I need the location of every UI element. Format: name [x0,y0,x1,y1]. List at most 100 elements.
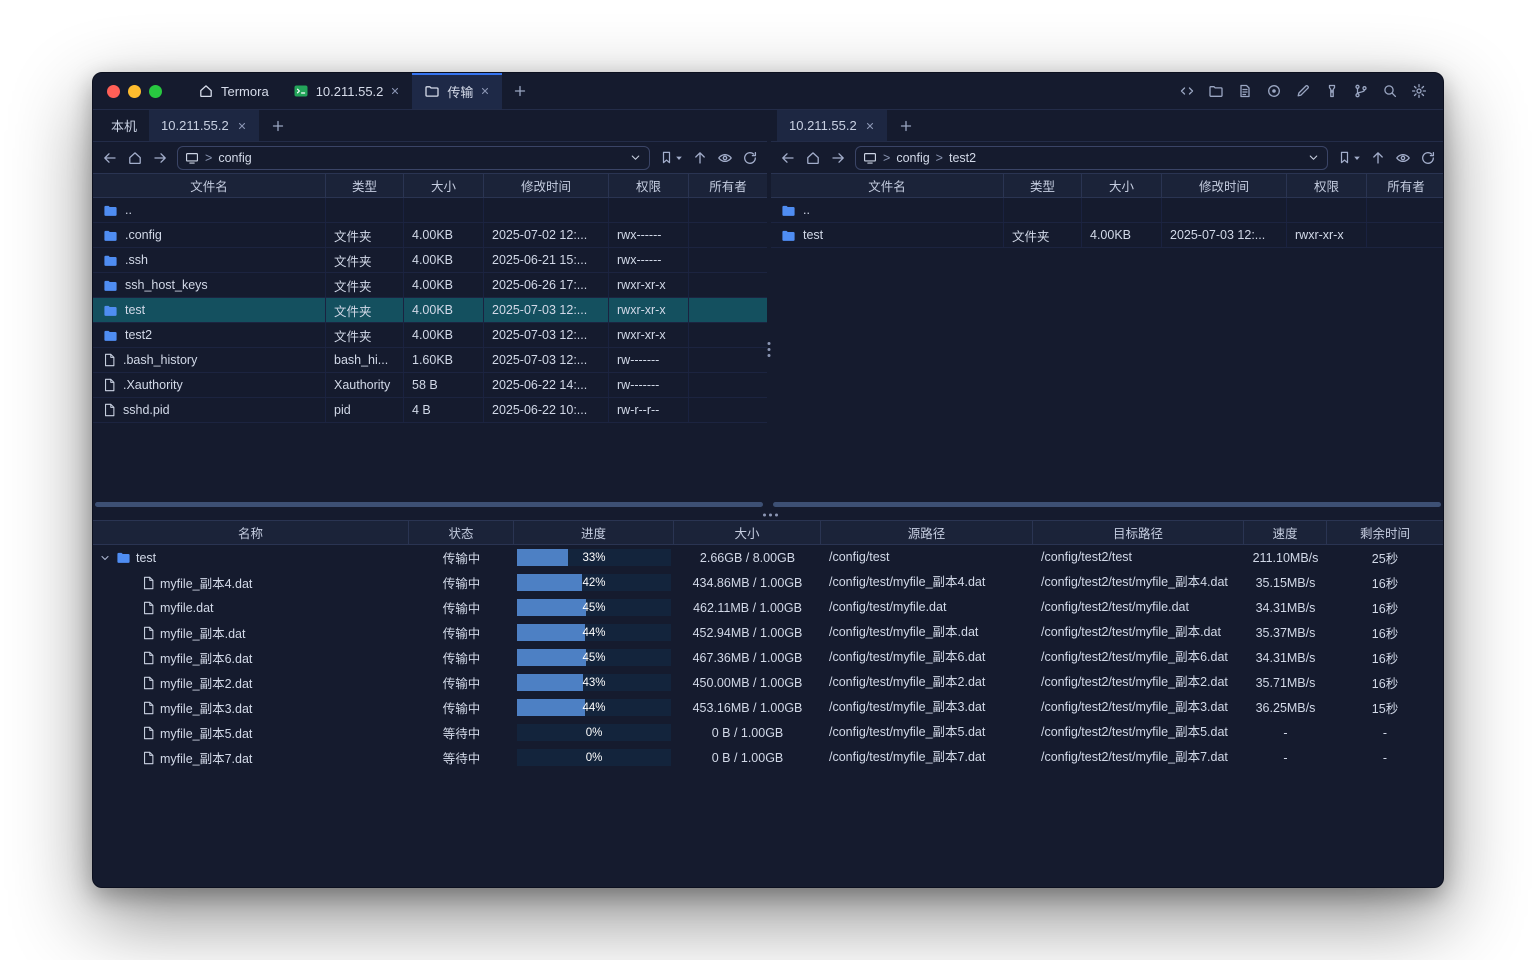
forward-button[interactable] [830,150,846,166]
column-header-size[interactable]: 大小 [674,521,821,544]
horizontal-splitter[interactable] [93,510,1443,520]
horizontal-scrollbar[interactable] [773,502,1441,507]
parent-directory-button[interactable] [1370,150,1386,166]
show-hidden-files-button[interactable] [1395,150,1411,166]
file-table-row[interactable]: ssh_host_keys 文件夹 4.00KB 2025-06-26 17:.… [93,273,767,298]
pencil-icon[interactable] [1295,83,1311,99]
target-path: /config/test2/test [1033,545,1244,570]
file-table-row[interactable]: test 文件夹 4.00KB 2025-07-03 12:... rwxr-x… [771,223,1444,248]
record-icon[interactable] [1266,83,1282,99]
column-header-permissions[interactable]: 权限 [1287,174,1367,197]
tab-local[interactable]: 本机 [99,110,149,141]
breadcrumb-segment[interactable]: test2 [949,151,976,165]
bookmark-button[interactable] [1337,150,1361,165]
file-table-row[interactable]: .config 文件夹 4.00KB 2025-07-02 12:... rwx… [93,223,767,248]
tab-remote-host[interactable]: 10.211.55.2 [777,110,887,141]
transfer-row[interactable]: myfile_副本3.dat 传输中 44% 453.16MB / 1.00GB… [93,695,1443,720]
breadcrumb-segment[interactable]: config [896,151,929,165]
file-permissions: rw------- [609,373,689,397]
flashlight-icon[interactable] [1324,83,1340,99]
column-header-name[interactable]: 名称 [93,521,409,544]
file-table-row[interactable]: .ssh 文件夹 4.00KB 2025-06-21 15:... rwx---… [93,248,767,273]
zoom-window-button[interactable] [149,85,162,98]
column-header-filename[interactable]: 文件名 [771,174,1004,197]
plus-icon [270,118,286,134]
close-icon[interactable] [480,86,490,96]
tab-termora[interactable]: Termora [186,73,281,109]
path-breadcrumb[interactable]: >config [177,146,650,170]
branch-icon[interactable] [1353,83,1369,99]
transfer-row[interactable]: myfile_副本4.dat 传输中 42% 434.86MB / 1.00GB… [93,570,1443,595]
column-header-mtime[interactable]: 修改时间 [1162,174,1287,197]
column-header-type[interactable]: 类型 [326,174,404,197]
close-icon[interactable] [237,121,247,131]
show-hidden-files-button[interactable] [717,150,733,166]
new-file-tab-button[interactable] [887,110,925,141]
column-header-target-path[interactable]: 目标路径 [1033,521,1244,544]
minimize-window-button[interactable] [128,85,141,98]
refresh-button[interactable] [742,150,758,166]
column-header-type[interactable]: 类型 [1004,174,1082,197]
home-button[interactable] [127,150,143,166]
file-table-row[interactable]: .bash_history bash_hi... 1.60KB 2025-07-… [93,348,767,373]
log-icon[interactable] [1237,83,1253,99]
new-tab-button[interactable] [502,73,538,109]
close-icon[interactable] [390,86,400,96]
back-button[interactable] [102,150,118,166]
folder-icon[interactable] [1208,83,1224,99]
file-table-row[interactable]: .. [771,198,1444,223]
code-icon[interactable] [1179,83,1195,99]
transfer-row[interactable]: myfile_副本5.dat 等待中 0% 0 B / 1.00GB /conf… [93,720,1443,745]
column-header-size[interactable]: 大小 [1082,174,1162,197]
file-permissions: rwxr-xr-x [609,298,689,322]
titlebar: Termora 10.211.55.2 传输 [93,73,1443,110]
file-table-row[interactable]: test 文件夹 4.00KB 2025-07-03 12:... rwxr-x… [93,298,767,323]
transfer-eta: - [1327,720,1443,745]
column-header-owner[interactable]: 所有者 [1367,174,1444,197]
close-window-button[interactable] [107,85,120,98]
column-header-filename[interactable]: 文件名 [93,174,326,197]
source-path: /config/test/myfile_副本4.dat [821,570,1033,595]
expand-chevron-icon[interactable] [99,552,111,564]
settings-icon[interactable] [1411,83,1427,99]
breadcrumb: >config>test2 [883,151,976,165]
new-file-tab-button[interactable] [259,110,297,141]
horizontal-scrollbar[interactable] [95,502,763,507]
forward-button[interactable] [152,150,168,166]
column-header-owner[interactable]: 所有者 [689,174,767,197]
back-button[interactable] [780,150,796,166]
transfer-item-name: myfile.dat [160,601,214,615]
column-header-remaining-time[interactable]: 剩余时间 [1327,521,1443,544]
path-breadcrumb[interactable]: >config>test2 [855,146,1328,170]
column-header-size[interactable]: 大小 [404,174,484,197]
search-icon[interactable] [1382,83,1398,99]
tab-transfer[interactable]: 传输 [412,73,502,109]
file-table-row[interactable]: .Xauthority Xauthority 58 B 2025-06-22 1… [93,373,767,398]
transfer-row[interactable]: myfile.dat 传输中 45% 462.11MB / 1.00GB /co… [93,595,1443,620]
file-table-row[interactable]: test2 文件夹 4.00KB 2025-07-03 12:... rwxr-… [93,323,767,348]
column-header-progress[interactable]: 进度 [514,521,674,544]
column-header-permissions[interactable]: 权限 [609,174,689,197]
chevron-down-icon[interactable] [1307,151,1320,164]
chevron-down-icon[interactable] [629,151,642,164]
transfer-row[interactable]: myfile_副本6.dat 传输中 45% 467.36MB / 1.00GB… [93,645,1443,670]
column-header-status[interactable]: 状态 [409,521,514,544]
transfer-row[interactable]: test 传输中 33% 2.66GB / 8.00GB /config/tes… [93,545,1443,570]
column-header-mtime[interactable]: 修改时间 [484,174,609,197]
column-header-speed[interactable]: 速度 [1244,521,1327,544]
tab-ssh-session[interactable]: 10.211.55.2 [281,73,413,109]
breadcrumb-segment[interactable]: config [218,151,251,165]
bookmark-icon [1337,150,1352,165]
file-table-row[interactable]: sshd.pid pid 4 B 2025-06-22 10:... rw-r-… [93,398,767,423]
file-table-row[interactable]: .. [93,198,767,223]
home-button[interactable] [805,150,821,166]
parent-directory-button[interactable] [692,150,708,166]
transfer-row[interactable]: myfile_副本.dat 传输中 44% 452.94MB / 1.00GB … [93,620,1443,645]
bookmark-button[interactable] [659,150,683,165]
column-header-source-path[interactable]: 源路径 [821,521,1033,544]
transfer-row[interactable]: myfile_副本2.dat 传输中 43% 450.00MB / 1.00GB… [93,670,1443,695]
tab-remote-host[interactable]: 10.211.55.2 [149,110,259,141]
close-icon[interactable] [865,121,875,131]
refresh-button[interactable] [1420,150,1436,166]
transfer-row[interactable]: myfile_副本7.dat 等待中 0% 0 B / 1.00GB /conf… [93,745,1443,770]
